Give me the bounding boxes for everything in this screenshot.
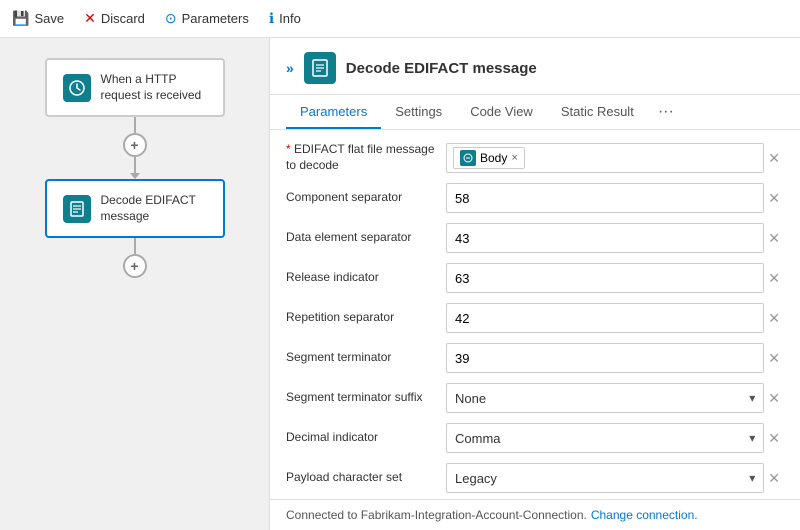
component-separator-label: Component separator — [286, 190, 446, 206]
segment-terminator-field-wrap — [446, 343, 764, 373]
decimal-indicator-clear[interactable]: ✕ — [764, 426, 784, 451]
parameters-label: Parameters — [182, 11, 249, 26]
segment-terminator-clear[interactable]: ✕ — [764, 346, 784, 371]
discard-label: Discard — [101, 11, 145, 26]
decimal-indicator-value: Comma — [455, 431, 501, 446]
payload-charset-value: Legacy — [455, 471, 497, 486]
decode-edifact-icon — [63, 195, 91, 223]
repetition-separator-clear[interactable]: ✕ — [764, 306, 784, 331]
info-button[interactable]: ℹ Info — [269, 10, 301, 27]
release-indicator-clear[interactable]: ✕ — [764, 266, 784, 291]
repetition-separator-input[interactable] — [446, 303, 764, 333]
component-separator-field-wrap — [446, 183, 764, 213]
panel-title: Decode EDIFACT message — [346, 60, 537, 77]
panel-icon — [304, 52, 336, 84]
panel-header: » Decode EDIFACT message — [270, 38, 800, 95]
save-button[interactable]: 💾 Save — [12, 10, 64, 27]
edifact-row: EDIFACT flat file message to decode Body… — [286, 142, 784, 174]
connector-2: + — [123, 238, 147, 278]
decimal-indicator-label: Decimal indicator — [286, 430, 446, 446]
payload-charset-row: Payload character set Legacy ▾ ✕ — [286, 462, 784, 494]
change-connection-link[interactable]: Change connection. — [591, 508, 698, 522]
expand-button[interactable]: » — [286, 60, 294, 76]
repetition-separator-row: Repetition separator ✕ — [286, 302, 784, 334]
save-icon: 💾 — [12, 10, 29, 27]
decode-edifact-label: Decode EDIFACT message — [101, 193, 207, 224]
footer-text: Connected to Fabrikam-Integration-Accoun… — [286, 508, 587, 522]
info-icon: ℹ — [269, 10, 274, 27]
body-token-label: Body — [480, 151, 507, 165]
tab-parameters[interactable]: Parameters — [286, 96, 381, 129]
edifact-label: EDIFACT flat file message to decode — [286, 142, 446, 173]
release-indicator-label: Release indicator — [286, 270, 446, 286]
segment-terminator-input[interactable] — [446, 343, 764, 373]
tabs-bar: Parameters Settings Code View Static Res… — [270, 95, 800, 130]
repetition-separator-field-wrap — [446, 303, 764, 333]
component-separator-row: Component separator ✕ — [286, 182, 784, 214]
segment-suffix-clear[interactable]: ✕ — [764, 386, 784, 411]
payload-charset-select[interactable]: Legacy ▾ — [446, 463, 764, 493]
tab-code-view[interactable]: Code View — [456, 96, 547, 129]
http-trigger-icon — [63, 74, 91, 102]
body-token-icon — [460, 150, 476, 166]
body-token: Body × — [453, 147, 525, 169]
form-area: EDIFACT flat file message to decode Body… — [270, 130, 800, 499]
decimal-indicator-dropdown-icon: ▾ — [749, 431, 755, 445]
release-indicator-input[interactable] — [446, 263, 764, 293]
segment-suffix-row: Segment terminator suffix None ▾ ✕ — [286, 382, 784, 414]
flow-canvas: When a HTTP request is received + Decode… — [0, 38, 270, 530]
add-step-button-2[interactable]: + — [123, 254, 147, 278]
parameters-button[interactable]: ⊙ Parameters — [165, 10, 249, 27]
http-trigger-node[interactable]: When a HTTP request is received — [45, 58, 225, 117]
discard-button[interactable]: ✕ Discard — [84, 10, 145, 27]
main-content: When a HTTP request is received + Decode… — [0, 38, 800, 530]
decimal-indicator-row: Decimal indicator Comma ▾ ✕ — [286, 422, 784, 454]
segment-terminator-label: Segment terminator — [286, 350, 446, 366]
data-element-row: Data element separator ✕ — [286, 222, 784, 254]
http-trigger-label: When a HTTP request is received — [101, 72, 207, 103]
data-element-label: Data element separator — [286, 230, 446, 246]
decimal-indicator-select[interactable]: Comma ▾ — [446, 423, 764, 453]
panel-footer: Connected to Fabrikam-Integration-Accoun… — [270, 499, 800, 530]
segment-suffix-label: Segment terminator suffix — [286, 390, 446, 406]
segment-suffix-value: None — [455, 391, 486, 406]
tab-static-result[interactable]: Static Result — [547, 96, 648, 129]
right-panel: » Decode EDIFACT message Parameters Sett… — [270, 38, 800, 530]
release-indicator-row: Release indicator ✕ — [286, 262, 784, 294]
repetition-separator-label: Repetition separator — [286, 310, 446, 326]
tab-settings[interactable]: Settings — [381, 96, 456, 129]
add-step-button-1[interactable]: + — [123, 133, 147, 157]
release-indicator-field-wrap — [446, 263, 764, 293]
edifact-clear[interactable]: ✕ — [764, 146, 784, 171]
connector-1: + — [123, 117, 147, 179]
component-separator-clear[interactable]: ✕ — [764, 186, 784, 211]
save-label: Save — [34, 11, 64, 26]
segment-terminator-row: Segment terminator ✕ — [286, 342, 784, 374]
edifact-token-input[interactable]: Body × — [446, 143, 764, 173]
payload-charset-dropdown-icon: ▾ — [749, 471, 755, 485]
toolbar: 💾 Save ✕ Discard ⊙ Parameters ℹ Info — [0, 0, 800, 38]
payload-charset-clear[interactable]: ✕ — [764, 466, 784, 491]
segment-suffix-dropdown-icon: ▾ — [749, 391, 755, 405]
segment-suffix-select[interactable]: None ▾ — [446, 383, 764, 413]
data-element-clear[interactable]: ✕ — [764, 226, 784, 251]
component-separator-input[interactable] — [446, 183, 764, 213]
payload-charset-label: Payload character set — [286, 470, 446, 486]
data-element-field-wrap — [446, 223, 764, 253]
tabs-more-button[interactable]: ··· — [648, 95, 684, 129]
body-token-close[interactable]: × — [511, 152, 517, 164]
parameters-icon: ⊙ — [165, 10, 177, 27]
discard-icon: ✕ — [84, 10, 96, 27]
data-element-input[interactable] — [446, 223, 764, 253]
info-label: Info — [279, 11, 301, 26]
decode-edifact-node[interactable]: Decode EDIFACT message — [45, 179, 225, 238]
